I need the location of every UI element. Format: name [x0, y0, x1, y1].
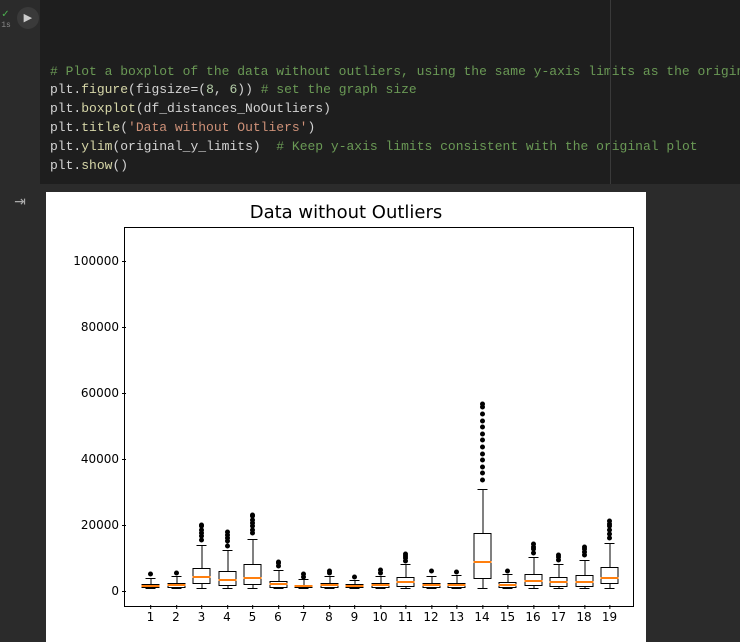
run-cell-button[interactable]: ▶: [17, 7, 39, 29]
y-tick-label: 60000: [81, 386, 125, 400]
code-line: plt.boxplot(df_distances_NoOutliers): [50, 100, 730, 119]
x-tick-label: 6: [274, 606, 282, 624]
boxplot-group: [533, 226, 534, 606]
x-tick-label: 9: [351, 606, 359, 624]
cell-status-icon: ✓ 1s: [1, 6, 11, 30]
editor-ruler: [610, 0, 611, 184]
x-tick-label: 11: [398, 606, 413, 624]
x-tick-label: 10: [372, 606, 387, 624]
output-gutter: ⇥: [0, 184, 40, 642]
boxplot-group: [329, 226, 330, 606]
boxplot-group: [380, 226, 381, 606]
x-tick-label: 4: [223, 606, 231, 624]
boxplot-group: [303, 226, 304, 606]
y-tick-label: 20000: [81, 518, 125, 532]
boxplot-group: [201, 226, 202, 606]
x-tick-label: 8: [325, 606, 333, 624]
boxplot-group: [405, 226, 406, 606]
output-collapse-icon[interactable]: ⇥: [14, 194, 26, 642]
y-tick-label: 40000: [81, 452, 125, 466]
boxplot-group: [609, 226, 610, 606]
x-tick-label: 18: [576, 606, 591, 624]
code-line: # Plot a boxplot of the data without out…: [50, 63, 730, 82]
x-tick-label: 5: [249, 606, 257, 624]
boxplot-group: [482, 226, 483, 606]
boxplot-group: [431, 226, 432, 606]
x-tick-label: 19: [602, 606, 617, 624]
x-tick-label: 12: [423, 606, 438, 624]
x-tick-label: 16: [525, 606, 540, 624]
code-editor[interactable]: # Plot a boxplot of the data without out…: [40, 0, 740, 184]
plot-title: Data without Outliers: [46, 202, 646, 223]
boxplot-group: [278, 226, 279, 606]
code-line: plt.figure(figsize=(8, 6)) # set the gra…: [50, 81, 730, 100]
boxplot-group: [558, 226, 559, 606]
y-tick-label: 100000: [73, 254, 125, 268]
x-tick-label: 3: [198, 606, 206, 624]
code-line: plt.ylim(original_y_limits) # Keep y-axi…: [50, 138, 730, 157]
boxplot-group: [354, 226, 355, 606]
boxplot-group: [507, 226, 508, 606]
boxplot-group: [176, 226, 177, 606]
boxplot-group: [456, 226, 457, 606]
boxplot-group: [584, 226, 585, 606]
y-tick-label: 0: [111, 584, 125, 598]
x-tick-label: 15: [500, 606, 515, 624]
x-tick-label: 13: [449, 606, 464, 624]
boxplot-group: [150, 226, 151, 606]
x-tick-label: 14: [474, 606, 489, 624]
x-tick-label: 7: [300, 606, 308, 624]
matplotlib-figure: Data without Outliers 020000400006000080…: [46, 192, 646, 642]
x-tick-label: 1: [147, 606, 155, 624]
x-tick-label: 17: [551, 606, 566, 624]
output-row: ⇥ Data without Outliers 0200004000060000…: [0, 184, 740, 642]
boxplot-group: [252, 226, 253, 606]
y-tick-label: 80000: [81, 320, 125, 334]
play-icon: ▶: [24, 11, 32, 25]
code-line: plt.show(): [50, 157, 730, 176]
boxplot-group: [227, 226, 228, 606]
checkmark-icon: ✓: [1, 10, 9, 21]
cell-gutter: ✓ 1s ▶: [0, 0, 40, 184]
code-line: plt.title('Data without Outliers'): [50, 119, 730, 138]
code-cell: ✓ 1s ▶ # Plot a boxplot of the data with…: [0, 0, 740, 184]
x-tick-label: 2: [172, 606, 180, 624]
plot-axes: 0200004000060000800001000001234567891011…: [124, 227, 634, 607]
cell-timing: 1s: [1, 21, 11, 30]
